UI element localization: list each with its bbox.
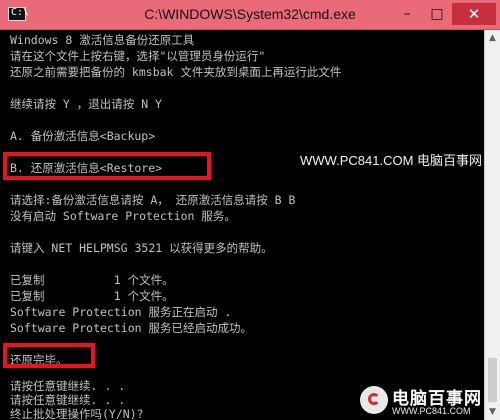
scroll-up-icon[interactable]: ▲ [485,30,500,46]
console-line: 还原之前需要把备份的 kmsbak 文件夹放到桌面上再运行此文件 [10,65,342,79]
cmd-window: C:\ C:\WINDOWS\System32\cmd.exe – □ ✕ Wi… [0,0,500,420]
logo-url: WWW.PC841.COM [392,406,471,416]
console-line: A. 备份激活信息<Backup> [10,129,156,143]
console-line: Software Protection 服务正在启动 . [10,305,232,319]
console-line: 已复制 1 个文件。 [10,289,174,303]
watermark-text: WWW.PC841.COM 电脑百事网 [300,153,483,168]
vertical-scrollbar[interactable]: ▲ ▼ [484,30,500,420]
scroll-thumb[interactable] [488,358,497,402]
title-bar[interactable]: C:\ C:\WINDOWS\System32\cmd.exe – □ ✕ [0,0,500,30]
window-controls: – □ ✕ [392,3,496,27]
console-line: Software Protection 服务已经启动成功。 [10,321,252,335]
site-logo: 电脑百事网 WWW.PC841.COM [360,382,484,420]
console-line: 继续请按 Y ，退出请按 N Y [10,97,162,111]
maximize-button[interactable]: □ [422,3,452,25]
console-line: 已复制 1 个文件。 [10,273,174,287]
minimize-button[interactable]: – [392,3,422,25]
close-button[interactable]: ✕ [452,3,496,25]
restore-complete-highlight [3,343,95,368]
console-line: 请选择:备份激活信息请按 A， 还原激活信息请按 B B [10,193,296,207]
scroll-down-icon[interactable]: ▼ [485,404,500,420]
console-line: 请在这个文件上按右键，选择"以管理员身份运行" [10,49,266,63]
console-line: 没有启动 Software Protection 服务。 [10,209,236,223]
console-line: 终止批处理操作吗(Y/N)? [10,407,151,420]
console-line: 请键入 NET HELPMSG 3521 以获得更多的帮助。 [10,241,273,255]
logo-icon [360,386,388,414]
restore-option-highlight [3,152,211,180]
console-line: Windows 8 激活信息备份还原工具 [10,33,195,47]
